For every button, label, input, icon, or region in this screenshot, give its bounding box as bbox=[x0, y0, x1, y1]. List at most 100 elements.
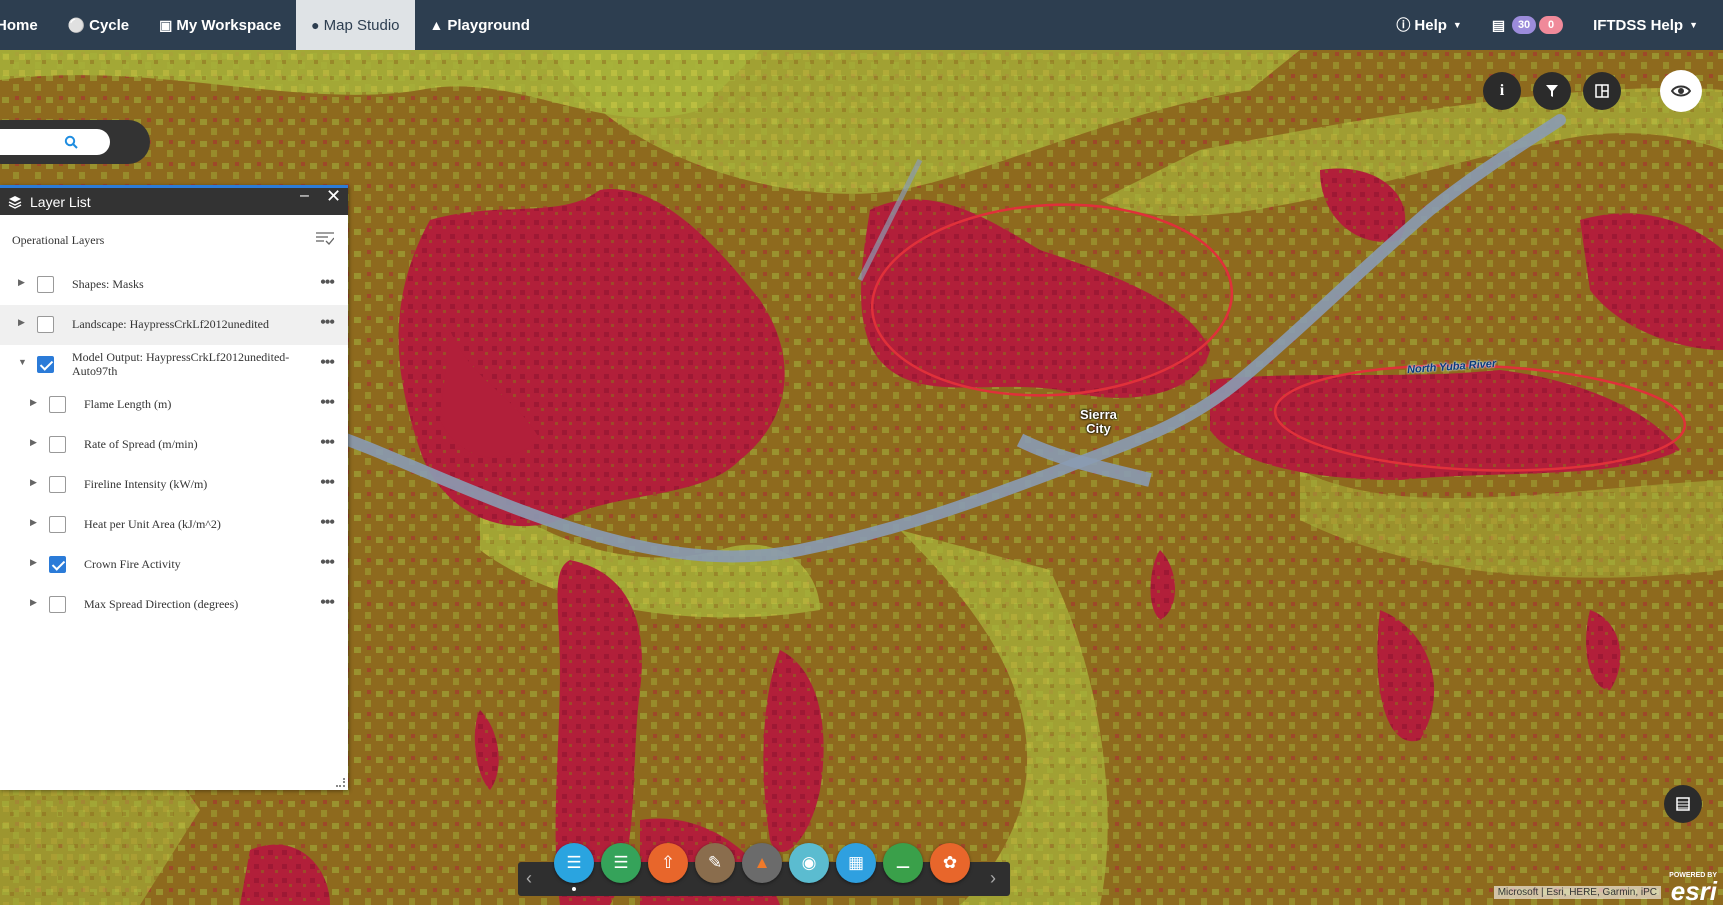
sublayer-row-heat-per-unit-area[interactable]: ▶ Heat per Unit Area (kJ/m^2) ••• bbox=[0, 505, 348, 545]
nav-map-studio[interactable]: ● Map Studio bbox=[296, 0, 415, 50]
help-menu[interactable]: ⓘ Help ▼ bbox=[1381, 0, 1476, 50]
filter-button[interactable] bbox=[1533, 72, 1571, 110]
upload-tool-icon: ⇧ bbox=[660, 853, 676, 872]
upload-tool-button[interactable]: ⇧ bbox=[648, 843, 688, 883]
measure-tool-icon: ⚊ bbox=[895, 853, 911, 872]
layer-row-shapes-masks[interactable]: ▶ Shapes: Masks ••• bbox=[0, 265, 348, 305]
layer-checkbox[interactable] bbox=[49, 596, 66, 613]
globe-icon: ● bbox=[311, 17, 320, 33]
expand-arrow-icon[interactable]: ▶ bbox=[30, 597, 37, 608]
info-button[interactable]: i bbox=[1483, 72, 1521, 110]
sublayer-row-crown-fire-activity[interactable]: ▶ Crown Fire Activity ••• bbox=[0, 545, 348, 585]
layer-label: Max Spread Direction (degrees) bbox=[84, 597, 239, 611]
nav-playground[interactable]: ▲ Playground bbox=[415, 0, 545, 50]
collapse-arrow-icon[interactable]: ▼ bbox=[18, 357, 27, 367]
map-attribution: Microsoft | Esri, HERE, Garmin, iPC bbox=[1493, 886, 1661, 899]
layer-checkbox-checked[interactable] bbox=[37, 356, 54, 373]
filter-icon bbox=[1546, 85, 1558, 97]
layer-checkbox[interactable] bbox=[49, 436, 66, 453]
town-label: Sierra City bbox=[1080, 408, 1117, 436]
layers-tool-icon: ☰ bbox=[566, 853, 582, 872]
more-options-icon[interactable]: ••• bbox=[320, 394, 335, 412]
layers-tool-button[interactable]: ☰ bbox=[554, 843, 594, 883]
chevron-down-icon: ▼ bbox=[1452, 20, 1462, 30]
chevron-down-icon: ▼ bbox=[1689, 20, 1698, 30]
basemap-tool-button[interactable]: ☰ bbox=[601, 843, 641, 883]
nav-right-group: ⓘ Help ▼ ▤ 30 0 IFTDSS Help ▼ bbox=[1381, 0, 1713, 50]
more-options-icon[interactable]: ••• bbox=[320, 354, 335, 372]
nav-my-workspace-label: My Workspace bbox=[176, 16, 282, 34]
layer-checkbox[interactable] bbox=[37, 276, 54, 293]
expand-arrow-icon[interactable]: ▶ bbox=[30, 517, 37, 528]
layer-options-icon[interactable] bbox=[316, 231, 334, 245]
resize-handle[interactable] bbox=[336, 778, 345, 787]
layer-row-landscape[interactable]: ▶ Landscape: HaypressCrkLf2012unedited •… bbox=[0, 305, 348, 345]
expand-arrow-icon[interactable]: ▶ bbox=[30, 557, 37, 568]
esri-logo: POWERED BY esri bbox=[1669, 872, 1717, 904]
search-box bbox=[0, 120, 150, 164]
location-tool-icon: ◉ bbox=[801, 853, 817, 872]
expand-arrow-icon[interactable]: ▶ bbox=[30, 437, 37, 448]
sublayer-row-flame-length[interactable]: ▶ Flame Length (m) ••• bbox=[0, 385, 348, 425]
more-options-icon[interactable]: ••• bbox=[320, 554, 335, 572]
layer-checkbox[interactable] bbox=[49, 476, 66, 493]
sublayer-row-rate-of-spread[interactable]: ▶ Rate of Spread (m/min) ••• bbox=[0, 425, 348, 465]
layer-checkbox[interactable] bbox=[49, 516, 66, 533]
more-options-icon[interactable]: ••• bbox=[320, 474, 335, 492]
palette-tool-button[interactable]: ✿ bbox=[930, 843, 970, 883]
layout-icon bbox=[1595, 84, 1609, 98]
notification-count-badge: 30 bbox=[1512, 16, 1537, 34]
expand-arrow-icon[interactable]: ▶ bbox=[18, 277, 25, 288]
sublayer-row-max-spread-direction[interactable]: ▶ Max Spread Direction (degrees) ••• bbox=[0, 585, 348, 625]
edit-tool-button[interactable]: ✎ bbox=[695, 843, 735, 883]
user-menu-label: IFTDSS Help bbox=[1593, 16, 1684, 34]
table-icon bbox=[1676, 797, 1690, 811]
layer-checkbox-checked[interactable] bbox=[49, 556, 66, 573]
town-label-line1: Sierra bbox=[1080, 407, 1117, 422]
nav-cycle[interactable]: ⚪ Cycle bbox=[53, 0, 144, 50]
attribute-table-button[interactable] bbox=[1664, 785, 1702, 823]
layer-checkbox[interactable] bbox=[37, 316, 54, 333]
flame-icon: ▲ bbox=[429, 17, 444, 33]
edit-tool-icon: ✎ bbox=[707, 853, 723, 872]
search-button[interactable] bbox=[54, 129, 88, 155]
close-icon[interactable]: ✕ bbox=[326, 186, 341, 207]
minimize-icon[interactable]: – bbox=[300, 187, 309, 205]
toolbar-next-arrow-icon[interactable]: › bbox=[990, 868, 996, 889]
more-options-icon[interactable]: ••• bbox=[320, 434, 335, 452]
workspace-icon: ▣ bbox=[159, 16, 173, 33]
expand-arrow-icon[interactable]: ▶ bbox=[30, 397, 37, 408]
expand-arrow-icon[interactable]: ▶ bbox=[30, 477, 37, 488]
more-options-icon[interactable]: ••• bbox=[320, 514, 335, 532]
nav-home[interactable]: Home bbox=[0, 0, 53, 50]
more-options-icon[interactable]: ••• bbox=[320, 314, 335, 332]
more-options-icon[interactable]: ••• bbox=[320, 274, 335, 292]
nav-my-workspace[interactable]: ▣ My Workspace bbox=[144, 0, 296, 50]
layer-label: Flame Length (m) bbox=[84, 397, 172, 411]
more-options-icon[interactable]: ••• bbox=[320, 594, 335, 612]
measure-tool-button[interactable]: ⚊ bbox=[883, 843, 923, 883]
nav-playground-label: Playground bbox=[447, 16, 530, 34]
operational-layers-label: Operational Layers bbox=[12, 232, 105, 247]
help-label: Help bbox=[1414, 16, 1447, 34]
info-icon: i bbox=[1499, 82, 1505, 99]
layer-checkbox[interactable] bbox=[49, 396, 66, 413]
layout-button[interactable] bbox=[1583, 72, 1621, 110]
layer-list-header: Layer List – ✕ bbox=[0, 185, 348, 215]
user-menu[interactable]: IFTDSS Help ▼ bbox=[1578, 0, 1713, 50]
visibility-button[interactable] bbox=[1660, 70, 1702, 112]
town-label-line2: City bbox=[1086, 421, 1111, 436]
location-tool-button[interactable]: ◉ bbox=[789, 843, 829, 883]
nav-cycle-label: Cycle bbox=[89, 16, 130, 34]
layer-label: Landscape: HaypressCrkLf2012unedited bbox=[72, 317, 269, 331]
expand-arrow-icon[interactable]: ▶ bbox=[18, 317, 25, 328]
layer-list-title: Layer List bbox=[30, 193, 91, 210]
toolbar-prev-arrow-icon[interactable]: ‹ bbox=[526, 868, 532, 889]
fire-tool-button[interactable]: ▲ bbox=[742, 843, 782, 883]
grid-tool-button[interactable]: ▦ bbox=[836, 843, 876, 883]
notifications-button[interactable]: ▤ 30 0 bbox=[1477, 0, 1578, 50]
nav-map-studio-label: Map Studio bbox=[323, 16, 400, 34]
question-circle-icon: ⓘ bbox=[1396, 17, 1411, 33]
sublayer-row-fireline-intensity[interactable]: ▶ Fireline Intensity (kW/m) ••• bbox=[0, 465, 348, 505]
layer-row-model-output[interactable]: ▼ Model Output: HaypressCrkLf2012unedite… bbox=[0, 345, 348, 385]
